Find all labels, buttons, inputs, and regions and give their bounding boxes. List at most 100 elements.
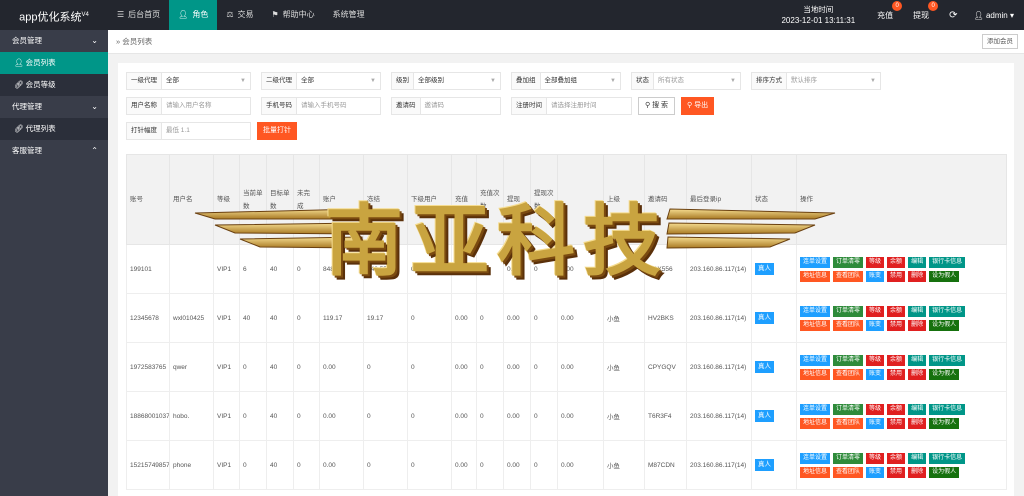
action-button[interactable]: 银行卡信息 <box>929 452 966 464</box>
username-field[interactable]: 用户名称 请输入用户名称 <box>126 97 251 115</box>
nav-tab-label: 角色 <box>192 10 209 19</box>
action-button[interactable]: 银行卡信息 <box>929 305 966 317</box>
action-button[interactable]: 等级 <box>866 305 885 317</box>
action-button[interactable]: 删除 <box>908 319 927 331</box>
status-badge[interactable]: 真人 <box>755 312 774 324</box>
action-button[interactable]: 查看团队 <box>833 319 864 331</box>
action-button[interactable]: 账变 <box>866 417 885 429</box>
action-button[interactable]: 编辑 <box>908 354 927 366</box>
action-button[interactable]: 等级 <box>866 452 885 464</box>
action-button[interactable]: 编辑 <box>908 305 927 317</box>
action-button[interactable]: 等级 <box>866 354 885 366</box>
nav-tab-0[interactable]: ☰ 后台首页 <box>108 0 169 30</box>
action-button[interactable]: 查看团队 <box>833 368 864 380</box>
refresh-icon[interactable]: ⟳ <box>949 10 957 21</box>
nav-tab-1[interactable]: 👤︎ 角色 <box>169 0 218 30</box>
nav-tab-2[interactable]: ⚖︎ 交易 <box>217 0 262 30</box>
boost-select[interactable]: 叠加组 全部叠加组 ▼ <box>511 72 621 90</box>
action-button[interactable]: 账变 <box>866 368 885 380</box>
recharge-link[interactable]: 充值 0 <box>877 0 903 21</box>
withdraw-link[interactable]: 提现 0 <box>913 0 939 21</box>
invite-field[interactable]: 邀请码 邀请码 <box>391 97 501 115</box>
sidebar-item-0-1[interactable]: 🔗︎ 会员等级 <box>0 74 108 96</box>
action-button[interactable]: 订单清零 <box>833 452 864 464</box>
action-button[interactable]: 地址信息 <box>800 270 831 282</box>
action-button[interactable]: 禁用 <box>887 466 906 478</box>
grade-select[interactable]: 级别 全部级别 ▼ <box>391 72 501 90</box>
action-button[interactable]: 银行卡信息 <box>929 403 966 415</box>
nav-tab-4[interactable]: 系统管理 <box>324 0 374 30</box>
user-menu[interactable]: 👤︎ admin ▾ <box>974 11 1014 20</box>
action-button[interactable]: 余额 <box>887 403 906 415</box>
action-button[interactable]: 等级 <box>866 256 885 268</box>
action-button[interactable]: 地址信息 <box>800 417 831 429</box>
action-button[interactable]: 删除 <box>908 368 927 380</box>
action-button[interactable]: 编辑 <box>908 403 927 415</box>
sidebar-item-1-0[interactable]: 🔗︎ 代理列表 <box>0 118 108 140</box>
action-button[interactable]: 设为假人 <box>929 368 960 380</box>
phone-field[interactable]: 手机号码 请输入手机号码 <box>261 97 381 115</box>
sidebar-group-0[interactable]: 会员管理 ⌄ <box>0 30 108 52</box>
export-button[interactable]: ⚲ 导出 <box>681 97 715 115</box>
status-select[interactable]: 状态 所有状态 ▼ <box>631 72 741 90</box>
level2-select[interactable]: 二级代理 全部 ▼ <box>261 72 381 90</box>
action-button[interactable]: 查看团队 <box>833 417 864 429</box>
action-button[interactable]: 账变 <box>866 466 885 478</box>
action-button[interactable]: 地址信息 <box>800 368 831 380</box>
cell-rc: 0 <box>476 244 504 294</box>
action-button[interactable]: 订单清零 <box>833 305 864 317</box>
add-member-button[interactable]: 添加会员 <box>982 34 1018 49</box>
action-button[interactable]: 等级 <box>866 403 885 415</box>
action-button[interactable]: 禁用 <box>887 319 906 331</box>
sidebar-group-1[interactable]: 代理管理 ⌄ <box>0 96 108 118</box>
action-button[interactable]: 账变 <box>866 270 885 282</box>
action-button[interactable]: 编辑 <box>908 256 927 268</box>
action-button[interactable]: 余额 <box>887 452 906 464</box>
action-button[interactable]: 地址信息 <box>800 319 831 331</box>
withdraw-badge: 0 <box>928 0 939 11</box>
regtime-field[interactable]: 注册时间 请选择注册时间 <box>511 97 632 115</box>
nav-tab-3[interactable]: ⚑ 帮助中心 <box>263 0 324 30</box>
action-button[interactable]: 删除 <box>908 417 927 429</box>
action-button[interactable]: 禁用 <box>887 417 906 429</box>
action-button[interactable]: 删除 <box>908 466 927 478</box>
search-button[interactable]: ⚲ 搜 索 <box>638 97 676 115</box>
action-button[interactable]: 查看团队 <box>833 270 864 282</box>
sidebar-group-2[interactable]: 客服管理 ⌃ <box>0 140 108 162</box>
action-button[interactable]: 余额 <box>887 256 906 268</box>
action-button[interactable]: 账变 <box>866 319 885 331</box>
action-button[interactable]: 设为假人 <box>929 270 960 282</box>
action-button[interactable]: 订单清零 <box>833 256 864 268</box>
action-button[interactable]: 余额 <box>887 354 906 366</box>
action-button[interactable]: 连单设置 <box>800 354 831 366</box>
action-button[interactable]: 禁用 <box>887 368 906 380</box>
action-button[interactable]: 编辑 <box>908 452 927 464</box>
punch-range-field[interactable]: 打针幅度 最低 1.1 <box>126 122 251 140</box>
sidebar-item-0-0[interactable]: 👤︎ 会员列表 <box>0 52 108 74</box>
sort-select[interactable]: 排序方式 默认排序 ▼ <box>751 72 881 90</box>
action-button[interactable]: 连单设置 <box>800 305 831 317</box>
action-button[interactable]: 设为假人 <box>929 319 960 331</box>
action-button[interactable]: 设为假人 <box>929 466 960 478</box>
action-button[interactable]: 禁用 <box>887 270 906 282</box>
status-badge[interactable]: 真人 <box>755 410 774 422</box>
action-button[interactable]: 设为假人 <box>929 417 960 429</box>
action-button[interactable]: 连单设置 <box>800 256 831 268</box>
action-button[interactable]: 地址信息 <box>800 466 831 478</box>
status-badge[interactable]: 真人 <box>755 263 774 275</box>
app-logo[interactable]: app优化系统V4 <box>0 0 108 30</box>
status-badge[interactable]: 真人 <box>755 459 774 471</box>
batch-punch-button[interactable]: 批量打针 <box>257 122 297 140</box>
status-badge[interactable]: 真人 <box>755 361 774 373</box>
action-button[interactable]: 连单设置 <box>800 452 831 464</box>
action-button[interactable]: 订单清零 <box>833 354 864 366</box>
action-button[interactable]: 查看团队 <box>833 466 864 478</box>
cell-account: 199101 <box>126 244 170 294</box>
action-button[interactable]: 连单设置 <box>800 403 831 415</box>
action-button[interactable]: 余额 <box>887 305 906 317</box>
action-button[interactable]: 银行卡信息 <box>929 354 966 366</box>
level1-select[interactable]: 一级代理 全部 ▼ <box>126 72 251 90</box>
action-button[interactable]: 删除 <box>908 270 927 282</box>
action-button[interactable]: 订单清零 <box>833 403 864 415</box>
action-button[interactable]: 银行卡信息 <box>929 256 966 268</box>
